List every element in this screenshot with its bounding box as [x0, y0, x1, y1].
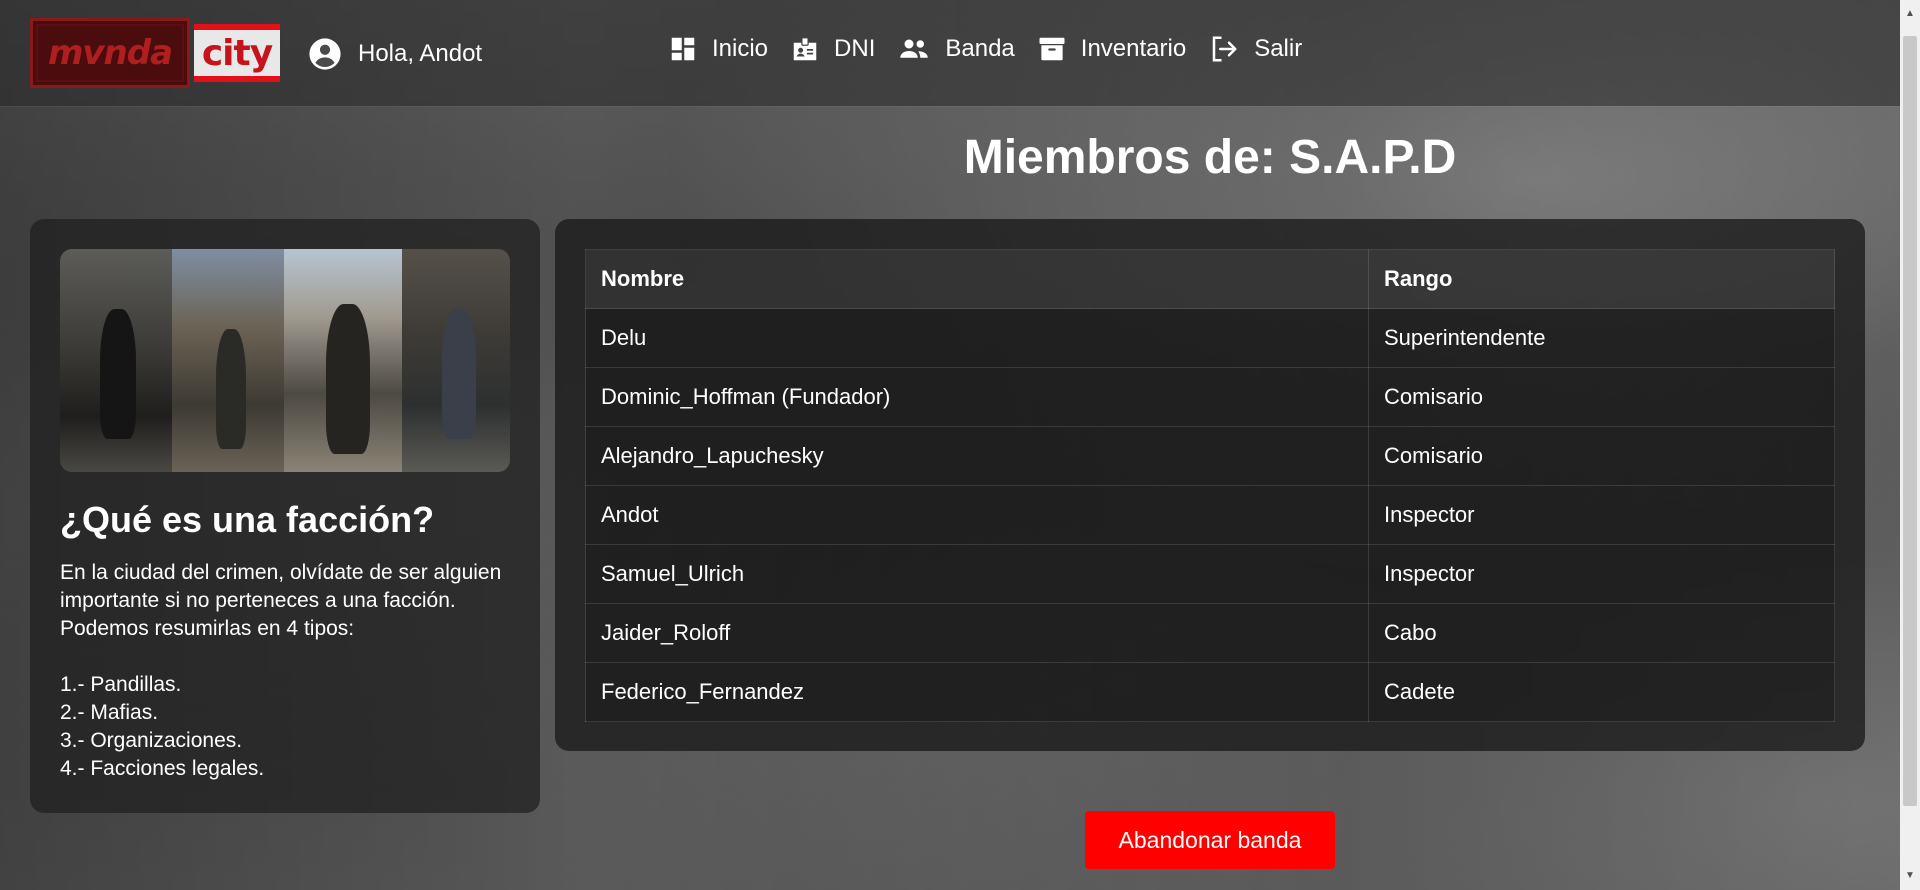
members-card: Nombre Rango Delu Superintendente Domini…	[555, 219, 1865, 751]
scroll-down-arrow-icon[interactable]: ▼	[1900, 866, 1920, 886]
members-table: Nombre Rango Delu Superintendente Domini…	[585, 249, 1835, 722]
nav-dni[interactable]: DNI	[790, 34, 875, 64]
faction-types-list: 1.- Pandillas. 2.- Mafias. 3.- Organizac…	[60, 671, 264, 783]
leave-gang-button[interactable]: Abandonar banda	[1085, 811, 1335, 869]
table-header-row: Nombre Rango	[585, 249, 1835, 309]
main-nav: Inicio DNI Banda Inventario Salir	[668, 34, 1324, 64]
faction-type-item: 3.- Organizaciones.	[60, 729, 243, 752]
faction-info-card: ¿Qué es una facción? En la ciudad del cr…	[30, 219, 540, 813]
member-name: Andot	[585, 485, 1369, 545]
column-header-rango: Rango	[1368, 249, 1835, 309]
member-name: Alejandro_Lapuchesky	[585, 426, 1369, 486]
archive-icon	[1039, 37, 1065, 61]
id-badge-icon	[793, 37, 817, 61]
table-row: Alejandro_Lapuchesky Comisario	[585, 426, 1835, 486]
nav-inicio[interactable]: Inicio	[668, 34, 768, 64]
top-navbar: mvnda city Hola, Andot Inicio DNI Banda …	[0, 0, 1900, 106]
nav-banda-label: Banda	[945, 35, 1015, 62]
table-row: Delu Superintendente	[585, 308, 1835, 368]
logo-mvnda: mvnda	[30, 18, 190, 88]
member-rank: Cabo	[1368, 603, 1835, 663]
table-row: Federico_Fernandez Cadete	[585, 662, 1835, 722]
greeting-text: Hola, Andot	[358, 40, 483, 67]
user-greeting[interactable]: Hola, Andot	[308, 37, 482, 71]
member-rank: Superintendente	[1368, 308, 1835, 368]
scroll-up-arrow-icon[interactable]: ▲	[1900, 4, 1920, 24]
faction-heading: ¿Qué es una facción?	[60, 499, 435, 540]
site-logo[interactable]: mvnda city	[30, 16, 280, 90]
logo-city: city	[194, 24, 280, 82]
table-row: Andot Inspector	[585, 485, 1835, 545]
member-name: Federico_Fernandez	[585, 662, 1369, 722]
table-row: Samuel_Ulrich Inspector	[585, 544, 1835, 604]
nav-inventario[interactable]: Inventario	[1037, 34, 1186, 64]
member-rank: Comisario	[1368, 367, 1835, 427]
page-scrollbar[interactable]: ▲ ▼	[1900, 0, 1920, 890]
nav-salir[interactable]: Salir	[1208, 34, 1302, 64]
group-icon	[900, 39, 929, 58]
member-name: Delu	[585, 308, 1369, 368]
nav-salir-label: Salir	[1254, 35, 1303, 62]
table-row: Jaider_Roloff Cabo	[585, 603, 1835, 663]
member-name: Dominic_Hoffman (Fundador)	[585, 367, 1369, 427]
nav-inventario-label: Inventario	[1080, 35, 1187, 62]
member-name: Samuel_Ulrich	[585, 544, 1369, 604]
member-rank: Comisario	[1368, 426, 1835, 486]
account-circle-icon	[309, 38, 341, 70]
faction-description: En la ciudad del crimen, olvídate de ser…	[60, 561, 502, 640]
dashboard-icon	[671, 37, 695, 61]
faction-type-item: 4.- Facciones legales.	[60, 757, 265, 780]
member-rank: Inspector	[1368, 544, 1835, 604]
table-row: Dominic_Hoffman (Fundador) Comisario	[585, 367, 1835, 427]
member-rank: Inspector	[1368, 485, 1835, 545]
nav-dni-label: DNI	[834, 35, 876, 62]
nav-inicio-label: Inicio	[712, 35, 769, 62]
member-rank: Cadete	[1368, 662, 1835, 722]
logout-icon	[1212, 36, 1237, 62]
member-name: Jaider_Roloff	[585, 603, 1369, 663]
faction-type-item: 1.- Pandillas.	[60, 673, 182, 696]
faction-type-item: 2.- Mafias.	[60, 701, 159, 724]
faction-banner-image	[60, 249, 510, 472]
column-header-nombre: Nombre	[585, 249, 1369, 309]
page-title: Miembros de: S.A.P.D	[963, 131, 1457, 184]
scrollbar-thumb[interactable]	[1903, 36, 1917, 806]
nav-banda[interactable]: Banda	[897, 34, 1015, 64]
